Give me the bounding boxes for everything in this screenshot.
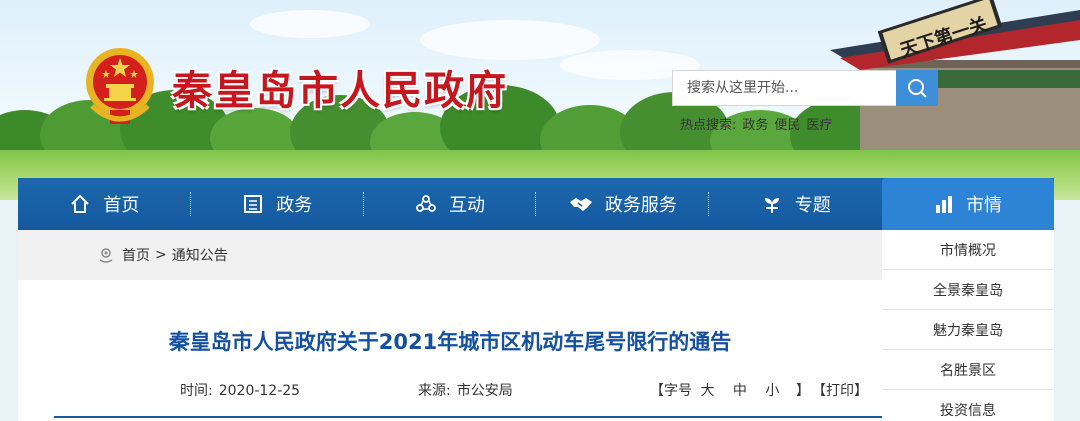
breadcrumb: 首页 > 通知公告 bbox=[18, 230, 882, 280]
breadcrumb-current-link[interactable]: 通知公告 bbox=[172, 245, 228, 265]
title-divider bbox=[54, 416, 882, 418]
home-icon bbox=[69, 193, 91, 215]
people-icon bbox=[415, 193, 437, 215]
nav-item-city-info[interactable]: 市情 bbox=[882, 178, 1054, 230]
nav-label: 互动 bbox=[449, 195, 486, 216]
search-icon bbox=[908, 79, 927, 98]
breadcrumb-home-link[interactable]: 首页 bbox=[122, 245, 150, 265]
site-title: 秦皇岛市人民政府 bbox=[172, 68, 508, 114]
side-item-charm[interactable]: 魅力秦皇岛 bbox=[882, 310, 1054, 350]
font-size-controls: 【字号 大 中 小 】 bbox=[650, 380, 810, 400]
hot-search: 热点搜索: 政务 便民 医疗 bbox=[680, 114, 838, 133]
side-item-scenic-spots[interactable]: 名胜景区 bbox=[882, 350, 1054, 390]
source-label: 来源: bbox=[418, 383, 451, 399]
nav-label: 首页 bbox=[103, 195, 140, 216]
nav-label: 专题 bbox=[794, 195, 831, 216]
search-button[interactable] bbox=[896, 70, 938, 106]
font-small-button[interactable]: 小 bbox=[765, 383, 779, 399]
article-title: 秦皇岛市人民政府关于2021年城市区机动车尾号限行的通告 bbox=[168, 330, 732, 354]
hot-search-term[interactable]: 医疗 bbox=[806, 118, 832, 133]
building-icon bbox=[242, 193, 264, 215]
font-size-close: 】 bbox=[795, 383, 810, 399]
source-value: 市公安局 bbox=[456, 383, 513, 399]
nav-item-topics[interactable]: 专题 bbox=[709, 178, 882, 230]
side-menu: 市情概况 全景秦皇岛 魅力秦皇岛 名胜景区 投资信息 bbox=[882, 230, 1054, 421]
nav-item-government[interactable]: 政务 bbox=[191, 178, 364, 230]
print-button[interactable]: 【打印】 bbox=[812, 383, 868, 399]
article-panel: 秦皇岛市人民政府关于2021年城市区机动车尾号限行的通告 时间: 2020-12-… bbox=[18, 280, 882, 421]
nav-label: 政务 bbox=[276, 195, 313, 216]
national-emblem-icon bbox=[86, 48, 154, 124]
header-banner: 秦皇岛市人民政府 天下第一关 热点搜索:政务便民医疗 bbox=[0, 0, 1080, 200]
sprout-icon bbox=[761, 193, 783, 215]
font-size-label: 【字号 bbox=[650, 383, 692, 399]
location-pin-icon bbox=[98, 247, 114, 263]
main-nav: 首页 政务 互动 政务服务 专题 市情 bbox=[18, 178, 1054, 230]
handshake-icon bbox=[569, 193, 593, 215]
hot-search-term[interactable]: 便民 bbox=[774, 118, 800, 133]
date-label: 时间: bbox=[180, 383, 213, 399]
hot-search-label: 热点搜索: bbox=[680, 118, 737, 133]
hot-search-term[interactable]: 政务 bbox=[742, 118, 768, 133]
font-large-button[interactable]: 大 bbox=[700, 383, 714, 399]
nav-label: 政务服务 bbox=[604, 195, 677, 216]
search-input[interactable] bbox=[672, 70, 896, 106]
article-source: 来源: 市公安局 bbox=[418, 380, 513, 400]
nav-item-home[interactable]: 首页 bbox=[18, 178, 191, 230]
side-item-panorama[interactable]: 全景秦皇岛 bbox=[882, 270, 1054, 310]
nav-label: 市情 bbox=[966, 195, 1003, 216]
side-item-city-overview[interactable]: 市情概况 bbox=[882, 230, 1054, 270]
nav-item-services[interactable]: 政务服务 bbox=[536, 178, 710, 230]
date-value: 2020-12-25 bbox=[218, 383, 301, 399]
font-medium-button[interactable]: 中 bbox=[733, 383, 747, 399]
breadcrumb-separator: > bbox=[155, 247, 167, 263]
print-button-wrap: 【打印】 bbox=[812, 380, 868, 400]
nav-item-interaction[interactable]: 互动 bbox=[364, 178, 537, 230]
side-item-investment[interactable]: 投资信息 bbox=[882, 390, 1054, 421]
article-date: 时间: 2020-12-25 bbox=[180, 380, 300, 400]
chart-building-icon bbox=[934, 194, 954, 214]
